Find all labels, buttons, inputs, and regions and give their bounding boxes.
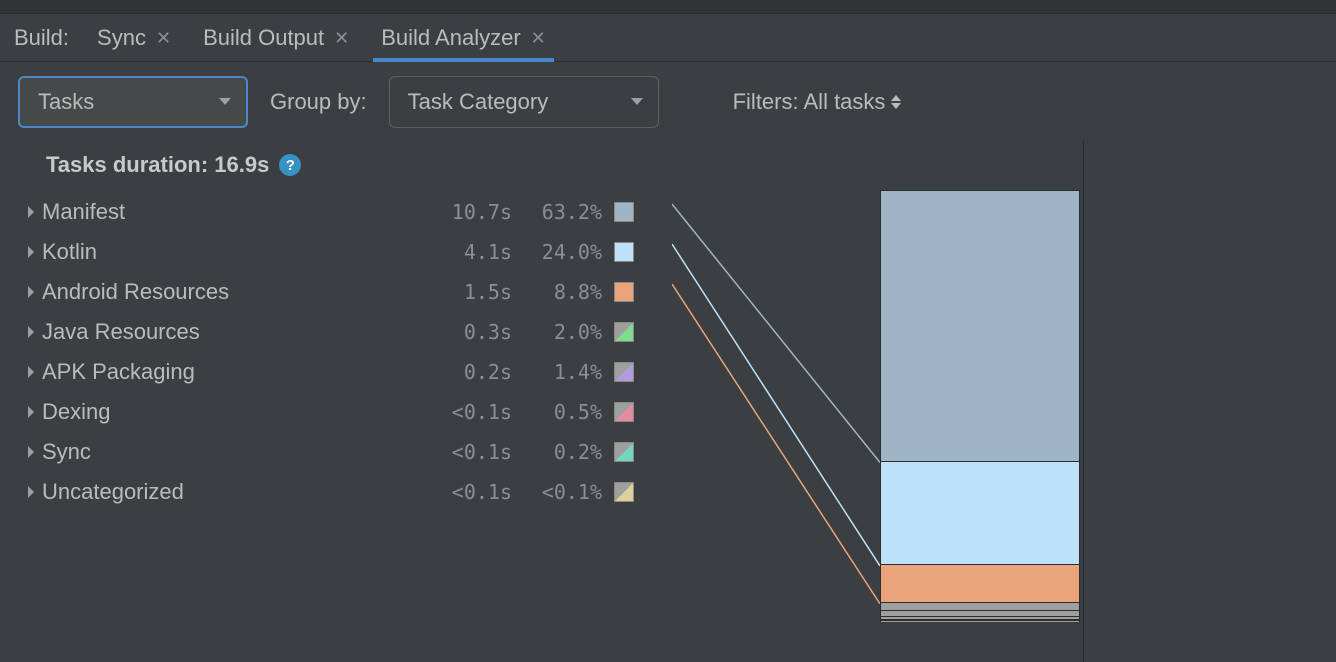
category-name: Uncategorized (42, 479, 402, 505)
category-swatch-cell (602, 282, 646, 302)
category-duration: 10.7s (402, 200, 512, 224)
color-swatch (614, 282, 634, 302)
category-percent: 0.2% (512, 440, 602, 464)
category-swatch-cell (602, 442, 646, 462)
color-swatch (614, 482, 634, 502)
chevron-down-icon (630, 97, 644, 107)
chevron-right-icon (20, 285, 42, 299)
chart-segment (881, 565, 1079, 603)
help-icon[interactable]: ? (279, 154, 301, 176)
category-swatch-cell (602, 322, 646, 342)
chevron-right-icon (20, 445, 42, 459)
tab-label: Sync (97, 25, 146, 51)
chart-segment (881, 191, 1079, 462)
chevron-right-icon (20, 365, 42, 379)
chart-segment (881, 603, 1079, 612)
details-panel (1084, 140, 1336, 662)
tab-build-analyzer[interactable]: Build Analyzer ✕ (377, 14, 550, 61)
chevron-down-icon (218, 97, 232, 107)
color-swatch (614, 362, 634, 382)
chart-segment (881, 462, 1079, 565)
filters-label: Filters: All tasks (733, 89, 886, 115)
heading-value: 16.9s (214, 152, 269, 177)
category-name: Manifest (42, 199, 402, 225)
chevron-right-icon (20, 205, 42, 219)
chevron-right-icon (20, 485, 42, 499)
category-name: APK Packaging (42, 359, 402, 385)
category-swatch-cell (602, 482, 646, 502)
tab-label: Build Output (203, 25, 324, 51)
group-by-select[interactable]: Task Category (389, 76, 659, 128)
build-tabs: Build: Sync ✕ Build Output ✕ Build Analy… (0, 14, 1336, 62)
filters-dropdown[interactable]: Filters: All tasks (733, 89, 902, 115)
category-duration: 1.5s (402, 280, 512, 304)
color-swatch (614, 242, 634, 262)
category-percent: 0.5% (512, 400, 602, 424)
category-percent: 1.4% (512, 360, 602, 384)
view-select-value: Tasks (38, 89, 94, 115)
heading-prefix: Tasks duration: (46, 152, 214, 177)
chevron-right-icon (20, 405, 42, 419)
category-duration: 0.3s (402, 320, 512, 344)
category-percent: 8.8% (512, 280, 602, 304)
analyzer-toolbar: Tasks Group by: Task Category Filters: A… (0, 62, 1336, 140)
category-duration: 0.2s (402, 360, 512, 384)
sort-icon (891, 95, 901, 109)
category-swatch-cell (602, 402, 646, 422)
category-name: Dexing (42, 399, 402, 425)
category-swatch-cell (602, 362, 646, 382)
category-duration: <0.1s (402, 440, 512, 464)
view-select[interactable]: Tasks (18, 76, 248, 128)
tasks-duration-heading: Tasks duration: 16.9s ? (0, 152, 1083, 178)
close-icon[interactable]: ✕ (156, 29, 171, 47)
group-by-label: Group by: (270, 89, 367, 115)
color-swatch (614, 202, 634, 222)
close-icon[interactable]: ✕ (531, 29, 546, 47)
category-duration: 4.1s (402, 240, 512, 264)
tab-label: Build Analyzer (381, 25, 520, 51)
category-name: Kotlin (42, 239, 402, 265)
group-by-select-value: Task Category (408, 89, 549, 115)
window-chrome-stub (0, 0, 1336, 14)
tabs-title: Build: (14, 25, 69, 51)
color-swatch (614, 442, 634, 462)
category-swatch-cell (602, 202, 646, 222)
chevron-right-icon (20, 325, 42, 339)
chart-stack (880, 190, 1080, 622)
category-percent: <0.1% (512, 480, 602, 504)
chevron-right-icon (20, 245, 42, 259)
category-name: Java Resources (42, 319, 402, 345)
color-swatch (614, 402, 634, 422)
close-icon[interactable]: ✕ (334, 29, 349, 47)
category-percent: 2.0% (512, 320, 602, 344)
category-name: Android Resources (42, 279, 402, 305)
category-duration: <0.1s (402, 480, 512, 504)
category-name: Sync (42, 439, 402, 465)
tasks-panel: Tasks duration: 16.9s ? Manifest 10.7s 6… (0, 140, 1084, 662)
color-swatch (614, 322, 634, 342)
tab-build-output[interactable]: Build Output ✕ (199, 14, 353, 61)
category-percent: 63.2% (512, 200, 602, 224)
tab-sync[interactable]: Sync ✕ (93, 14, 175, 61)
category-swatch-cell (602, 242, 646, 262)
category-duration: <0.1s (402, 400, 512, 424)
category-percent: 24.0% (512, 240, 602, 264)
